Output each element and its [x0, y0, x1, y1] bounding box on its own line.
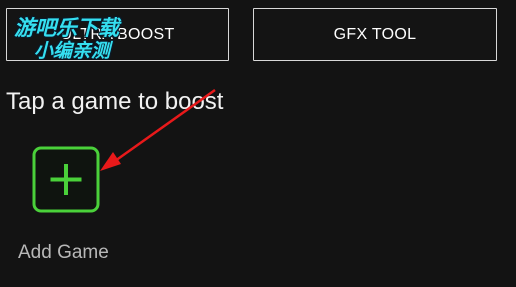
gfx-tool-button[interactable]: GFX TOOL	[253, 8, 497, 61]
gfx-tool-label: GFX TOOL	[333, 25, 417, 43]
add-game-label: Add Game	[18, 242, 109, 263]
plus-icon	[32, 146, 100, 213]
page-title: Tap a game to boost	[6, 88, 224, 115]
ultra-boost-label: ULTRA BOOST	[60, 25, 175, 43]
ultra-boost-button[interactable]: ULTRA BOOST	[6, 8, 229, 61]
add-game-button[interactable]	[31, 145, 101, 214]
